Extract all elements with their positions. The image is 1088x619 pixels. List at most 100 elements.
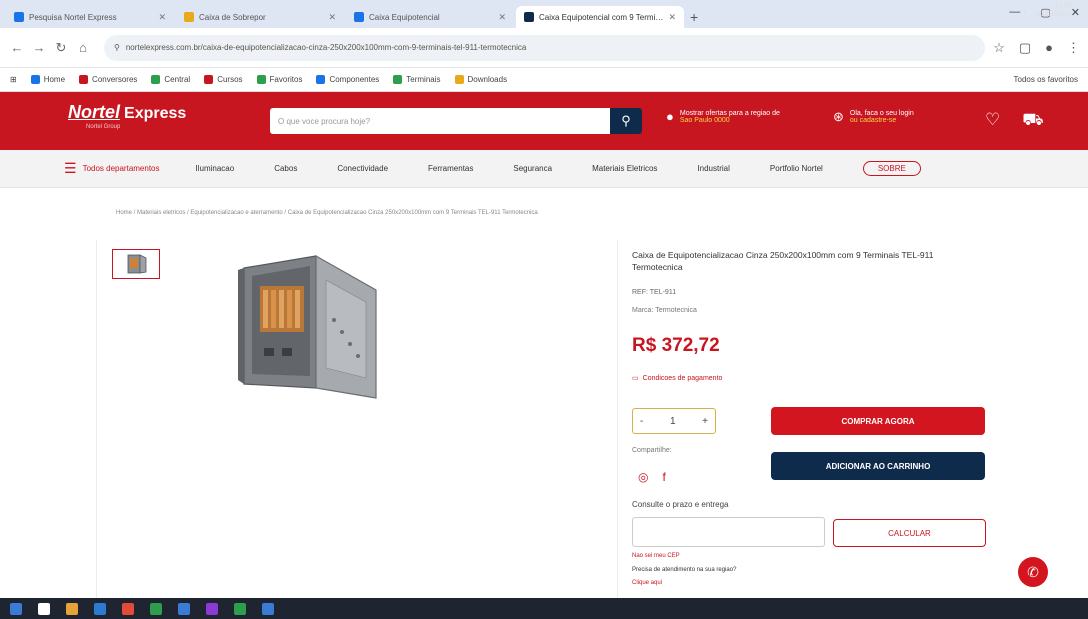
product-title: Caixa de Equipotencializacao Cinza 250x2… xyxy=(632,250,934,272)
bookmark-item[interactable]: Componentes xyxy=(316,75,379,84)
taskbar-app-icon[interactable] xyxy=(262,602,274,615)
chat-button[interactable]: ✆ xyxy=(1018,557,1048,587)
bookmark-favicon-icon xyxy=(30,75,40,84)
url-text: nortelexpress.com.br/caixa-de-equipotenc… xyxy=(125,43,527,52)
bookmark-label: Componentes xyxy=(329,75,380,84)
browser-tab[interactable]: Pesquisa Nortel Express ✕ xyxy=(6,6,174,28)
browser-tab[interactable]: Caixa Equipotencial ✕ xyxy=(346,6,514,28)
bookmark-item[interactable]: Conversores xyxy=(79,75,137,84)
extensions-icon[interactable]: ▢ xyxy=(1019,40,1031,56)
bookmark-item[interactable]: Downloads xyxy=(454,75,507,84)
bookmark-favicon-icon xyxy=(204,75,214,84)
clock-date: 01/01/2024 xyxy=(1036,11,1072,18)
new-tab-icon[interactable]: + xyxy=(690,9,698,25)
nav-item[interactable]: Ferramentas xyxy=(428,164,473,173)
tab-title: Pesquisa Nortel Express xyxy=(29,12,117,22)
all-departments-label: Todos departamentos xyxy=(82,164,160,173)
bookmark-favicon-icon xyxy=(316,75,326,84)
wifi-icon[interactable]: ◔ xyxy=(1008,8,1012,15)
bookmark-label: Terminais xyxy=(406,75,441,84)
profile-icon[interactable]: ● xyxy=(1045,40,1053,56)
nav-item[interactable]: Seguranca xyxy=(513,164,552,173)
qty-plus-button[interactable]: + xyxy=(702,416,708,427)
taskbar-app-icon[interactable] xyxy=(206,602,218,615)
tab-favicon-icon xyxy=(184,12,194,22)
taskbar-app-icon[interactable] xyxy=(150,602,162,615)
cart-icon[interactable]: ⛟ xyxy=(1022,110,1043,132)
url-field[interactable]: ⚲ nortelexpress.com.br/caixa-de-equipote… xyxy=(104,34,986,61)
all-bookmarks-link[interactable]: Todos os favoritos xyxy=(1014,75,1078,84)
nav-item[interactable]: Portfolio Nortel xyxy=(770,164,823,173)
bookmark-item[interactable]: Cursos xyxy=(204,75,243,84)
menu-icon[interactable]: ⋮ xyxy=(1067,40,1080,56)
clock[interactable]: 13:00 01/01/2024 xyxy=(1037,3,1072,19)
browser-tab[interactable]: Caixa Equipotencial com 9 Terminais ✕ xyxy=(516,6,684,28)
account-line1: Ola, faca o seu login xyxy=(849,110,914,117)
bookmark-item[interactable]: Central xyxy=(151,75,190,84)
tab-close-icon[interactable]: ✕ xyxy=(668,12,676,23)
product-thumbnail[interactable] xyxy=(112,249,160,279)
site-logo[interactable]: Nortel Express Nortel Group xyxy=(68,102,186,130)
add-to-cart-button[interactable]: ADICIONAR AO CARRINHO xyxy=(771,452,985,480)
home-icon[interactable]: ⌂ xyxy=(74,40,92,55)
back-icon[interactable]: ← xyxy=(8,40,26,55)
tab-close-icon[interactable]: ✕ xyxy=(498,12,506,23)
nav-item[interactable]: Industrial xyxy=(697,164,729,173)
location-selector[interactable]: ● Mostrar ofertas para a regiao de Sao P… xyxy=(666,109,780,124)
bookmark-star-icon[interactable]: ☆ xyxy=(993,40,1005,56)
apps-icon[interactable]: ⊞ xyxy=(10,75,17,84)
product-brand[interactable]: Marca: Termotecnica xyxy=(632,307,697,314)
nav-item[interactable]: Cabos xyxy=(274,164,297,173)
nav-item[interactable]: Conectividade xyxy=(337,164,388,173)
tab-close-icon[interactable]: ✕ xyxy=(328,12,336,23)
qty-minus-button[interactable]: - xyxy=(640,416,643,427)
bookmark-item[interactable]: Home xyxy=(30,75,65,84)
forward-icon[interactable]: → xyxy=(30,40,48,55)
all-departments-button[interactable]: ☰ Todos departamentos xyxy=(64,160,160,177)
taskbar-app-icon[interactable] xyxy=(122,602,134,615)
whatsapp-icon[interactable]: ◎ xyxy=(638,470,648,484)
account-login[interactable]: ⊛ Ola, faca o seu login ou cadastre-se xyxy=(833,109,914,125)
wishlist-heart-icon[interactable]: ♡ xyxy=(985,110,1000,132)
divider xyxy=(617,240,618,600)
volume-icon[interactable]: ◖ xyxy=(1023,8,1027,15)
quantity-stepper[interactable]: - 1 + xyxy=(632,408,716,434)
taskbar-app-icon[interactable] xyxy=(10,602,22,615)
browser-tab-bar: Pesquisa Nortel Express ✕ Caixa de Sobrepo… xyxy=(0,0,1088,28)
taskbar-app-icon[interactable] xyxy=(234,602,246,615)
search-input[interactable]: O que voce procura hoje? xyxy=(270,108,610,134)
calculate-shipping-button[interactable]: CALCULAR xyxy=(833,519,986,547)
search-button[interactable]: ⚲ xyxy=(610,108,642,134)
site-info-icon[interactable]: ⚲ xyxy=(114,43,120,52)
cep-input[interactable] xyxy=(632,517,825,547)
phone-icon: ✆ xyxy=(1027,563,1039,580)
product-main-image[interactable] xyxy=(230,250,400,400)
product-sku: REF: TEL-911 xyxy=(632,289,677,296)
credit-card-icon: ▭ xyxy=(632,375,639,382)
nav-item[interactable]: Materiais Eletricos xyxy=(592,164,657,173)
bookmark-favicon-icon xyxy=(454,75,464,84)
facebook-icon[interactable]: f xyxy=(662,470,665,484)
thumbnail-image xyxy=(127,254,147,274)
taskbar-app-icon[interactable] xyxy=(94,602,106,615)
bookmark-item[interactable]: Favoritos xyxy=(256,75,303,84)
nav-item[interactable]: Iluminacao xyxy=(196,164,235,173)
taskbar-app-icon[interactable] xyxy=(38,602,50,615)
taskbar-app-icon[interactable] xyxy=(178,602,190,615)
tab-close-icon[interactable]: ✕ xyxy=(158,12,166,23)
bookmark-label: Favoritos xyxy=(269,75,303,84)
nav-pill-button[interactable]: SOBRE xyxy=(862,161,921,176)
bookmark-item[interactable]: Terminais xyxy=(393,75,441,84)
buy-now-button[interactable]: COMPRAR AGORA xyxy=(771,407,985,435)
payment-options-link[interactable]: ▭ Condicoes de pagamento xyxy=(632,374,722,383)
qty-value[interactable]: 1 xyxy=(670,416,676,427)
browser-tab[interactable]: Caixa de Sobrepor ✕ xyxy=(176,6,344,28)
no-cep-link[interactable]: Nao sei meu CEP xyxy=(632,553,680,559)
taskbar-app-icon[interactable] xyxy=(66,602,78,615)
os-taskbar xyxy=(0,598,1088,619)
breadcrumb[interactable]: Home / Materiais eletricos / Equipotenci… xyxy=(116,210,538,216)
close-icon[interactable]: ✕ xyxy=(1071,6,1080,19)
reload-icon[interactable]: ↻ xyxy=(52,40,70,56)
click-here-link[interactable]: Clique aqui xyxy=(632,580,662,586)
divider xyxy=(96,240,97,600)
